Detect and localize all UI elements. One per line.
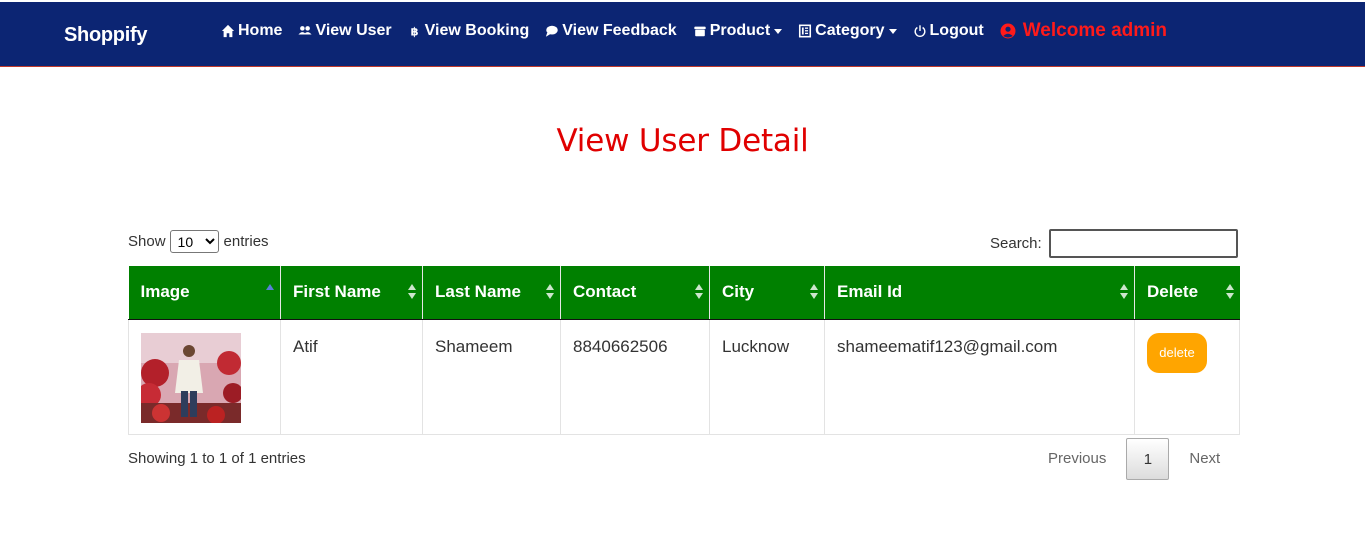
header-label: Email Id (837, 282, 903, 302)
header-label: Delete (1147, 282, 1199, 302)
column-header-delete[interactable]: Delete (1134, 266, 1240, 320)
svg-text:฿: ฿ (410, 24, 418, 38)
table-info: Showing 1 to 1 of 1 entries (128, 450, 306, 467)
brand-logo[interactable]: Shoppify (64, 24, 147, 47)
pagination: Previous 1 Next (1034, 438, 1234, 480)
header-label: City (722, 282, 755, 302)
search-label: Search: (990, 235, 1042, 252)
header-label: First Name (293, 282, 381, 302)
users-table: Image First Name Last Name Contact City … (128, 266, 1240, 435)
page-1-button[interactable]: 1 (1126, 438, 1170, 480)
nav-view-feedback[interactable]: View Feedback (545, 22, 677, 40)
nav-product-dropdown[interactable]: Product (693, 22, 783, 40)
nav-product-label: Product (709, 22, 771, 39)
entries-select[interactable]: 10 (169, 230, 219, 253)
welcome-message: Welcome admin (1000, 20, 1167, 42)
nav-menu: Home View User ฿ View Booking View Feedb… (221, 20, 1167, 42)
cell-image (128, 319, 281, 435)
show-label: Show (128, 233, 166, 250)
cell-city: Lucknow (709, 319, 825, 435)
previous-button[interactable]: Previous (1034, 438, 1120, 480)
header-label: Image (140, 282, 190, 302)
power-icon (914, 25, 925, 38)
nav-view-user[interactable]: View User (298, 22, 392, 40)
nav-logout[interactable]: Logout (913, 22, 984, 40)
users-icon (298, 26, 313, 35)
nav-logout-label: Logout (929, 22, 984, 39)
chevron-down-icon (888, 28, 897, 34)
search-control: Search: (990, 229, 1238, 258)
cell-first-name: Atif (280, 319, 423, 435)
sort-icon (1225, 284, 1234, 300)
cell-email: shameematif123@gmail.com (824, 319, 1135, 435)
page-title: View User Detail (556, 123, 809, 159)
column-header-last-name[interactable]: Last Name (422, 266, 561, 320)
entries-label: entries (223, 233, 269, 250)
table-header-row: Image First Name Last Name Contact City … (128, 266, 1240, 320)
user-circle-icon (1000, 23, 1016, 39)
nav-view-user-label: View User (315, 22, 392, 39)
column-header-city[interactable]: City (709, 266, 825, 320)
column-header-email[interactable]: Email Id (824, 266, 1135, 320)
sort-icon (810, 284, 818, 300)
user-photo (141, 332, 241, 423)
sort-icon (408, 284, 416, 300)
sort-ascending-icon (266, 284, 274, 300)
chevron-down-icon (774, 28, 783, 34)
sort-icon (546, 284, 554, 300)
sort-icon (695, 284, 703, 300)
column-header-first-name[interactable]: First Name (280, 266, 423, 320)
bitcoin-icon: ฿ (410, 24, 418, 38)
box-icon (694, 26, 706, 37)
entries-length-control: Show 10 entries (128, 230, 269, 253)
column-header-image[interactable]: Image (128, 266, 281, 320)
nav-home-label: Home (238, 22, 283, 39)
sort-icon (1120, 284, 1128, 300)
delete-button[interactable]: delete (1147, 332, 1207, 373)
search-input[interactable] (1048, 229, 1238, 258)
home-icon (221, 24, 235, 38)
nav-category-dropdown[interactable]: Category (798, 22, 897, 40)
nav-view-booking-label: View Booking (424, 22, 530, 39)
top-navbar: Shoppify Home View User ฿ View Booking V… (0, 2, 1365, 67)
cell-delete: delete (1134, 319, 1240, 435)
nav-view-booking[interactable]: ฿ View Booking (408, 22, 530, 40)
list-icon (799, 24, 812, 38)
header-label: Last Name (435, 282, 521, 302)
welcome-text: Welcome admin (1022, 20, 1168, 41)
table-row: Atif Shameem 8840662506 Lucknow shameema… (128, 319, 1240, 435)
nav-home[interactable]: Home (221, 22, 282, 40)
nav-category-label: Category (815, 22, 885, 39)
header-label: Contact (573, 282, 637, 302)
cell-last-name: Shameem (422, 319, 561, 435)
next-button[interactable]: Next (1175, 438, 1234, 480)
chat-icon (546, 25, 558, 37)
column-header-contact[interactable]: Contact (560, 266, 710, 320)
nav-view-feedback-label: View Feedback (562, 22, 677, 39)
cell-contact: 8840662506 (560, 319, 710, 435)
